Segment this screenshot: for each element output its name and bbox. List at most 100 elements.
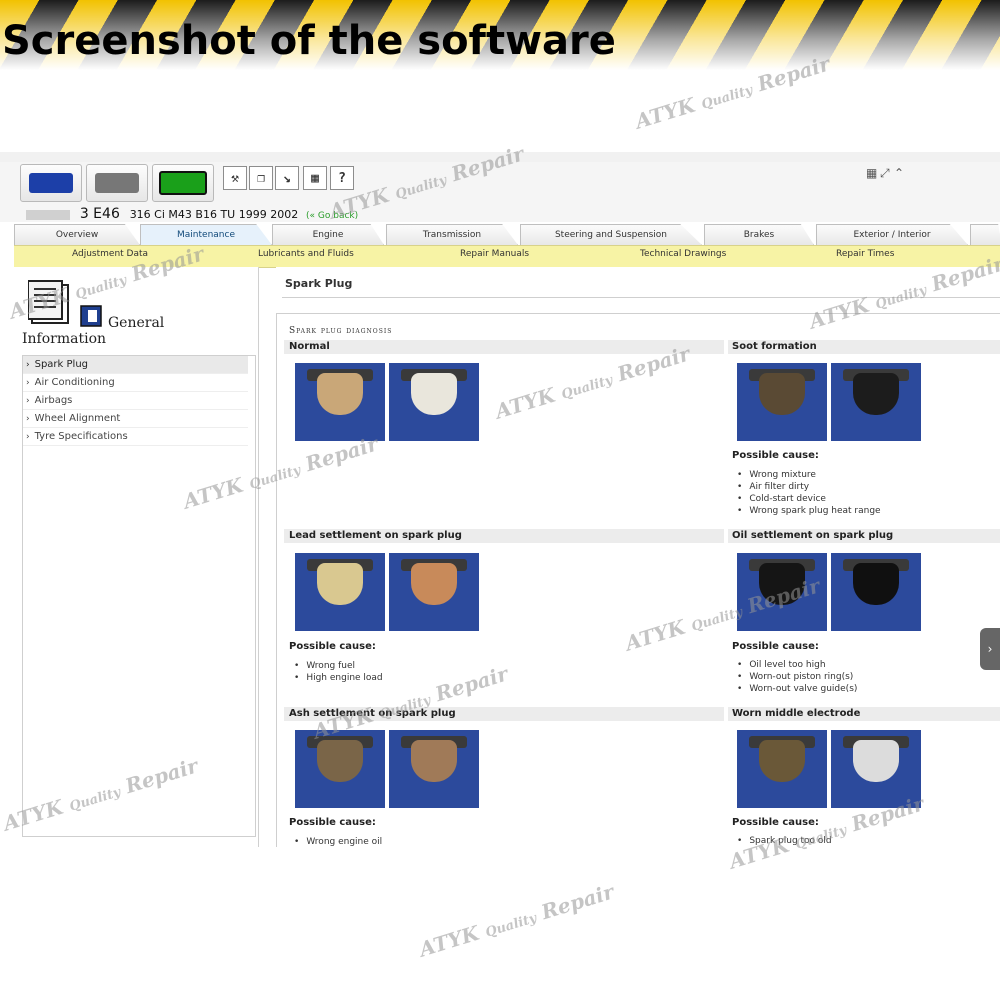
subnav-adjustment-data[interactable]: Adjustment Data bbox=[72, 249, 148, 259]
cause-list-soot: Wrong mixture Air filter dirty Cold-star… bbox=[737, 469, 881, 517]
vehicle-info: 3 E46 316 Ci M43 B16 TU 1999 2002 (« Go … bbox=[26, 206, 358, 222]
section-title-oil: Oil settlement on spark plug bbox=[732, 530, 894, 541]
sidebar-item-airbags[interactable]: › Airbags bbox=[23, 392, 248, 410]
app-window: ⚒ ❐ ↘ ▦ ? ▦ ⤢ ⌃ 3 E46 316 Ci M43 B16 TU … bbox=[0, 152, 1000, 847]
sidebar-item-tyre-specifications[interactable]: › Tyre Specifications bbox=[23, 428, 248, 446]
cause-item: Wrong fuel bbox=[294, 660, 383, 672]
main-tabs: Overview Maintenance Engine Transmission… bbox=[14, 224, 1000, 245]
spark-plug-image-electrode-1 bbox=[737, 730, 827, 808]
calculator-icon[interactable]: ▦ bbox=[303, 166, 327, 190]
possible-cause-heading: Possible cause: bbox=[732, 817, 819, 828]
battery-mode-button[interactable] bbox=[152, 164, 214, 202]
document-icon[interactable]: ❐ bbox=[249, 166, 273, 190]
banner: Screenshot of the software bbox=[0, 0, 1000, 70]
cause-item: Spark plug too old bbox=[737, 835, 831, 847]
possible-cause-heading: Possible cause: bbox=[732, 641, 819, 652]
cause-item: High engine load bbox=[294, 672, 382, 684]
cause-list-oil: Oil level too high Worn-out piston ring(… bbox=[737, 659, 857, 695]
cause-item: Worn-out valve guide(s) bbox=[737, 683, 857, 695]
page-title: Spark Plug bbox=[285, 277, 353, 290]
spark-plug-image-soot-2 bbox=[831, 363, 921, 441]
subnav-repair-manuals[interactable]: Repair Manuals bbox=[460, 249, 529, 259]
spark-plug-image-oil-2 bbox=[831, 553, 921, 631]
possible-cause-heading: Possible cause: bbox=[289, 641, 376, 652]
panel-heading: Spark plug diagnosis bbox=[289, 326, 393, 336]
title-divider bbox=[282, 297, 1000, 298]
content-area: Spark Plug Spark plug diagnosis Normal S… bbox=[276, 267, 1000, 847]
vehicle-model: 3 E46 bbox=[79, 206, 120, 222]
tab-transmission[interactable]: Transmission bbox=[386, 224, 518, 245]
spark-plug-image-electrode-2 bbox=[831, 730, 921, 808]
tab-engine[interactable]: Engine bbox=[272, 224, 384, 245]
sidebar-item-label: Wheel Alignment bbox=[34, 413, 121, 424]
tab-more[interactable] bbox=[970, 224, 1000, 245]
car-icon bbox=[29, 173, 73, 193]
section-title-lead: Lead settlement on spark plug bbox=[289, 530, 462, 541]
tab-steering-suspension[interactable]: Steering and Suspension bbox=[520, 224, 702, 245]
cause-list-ash: Wrong engine oil bbox=[294, 836, 382, 847]
spark-plug-image-lead-1 bbox=[295, 553, 385, 631]
grid-icon[interactable]: ▦ bbox=[866, 166, 877, 180]
spark-plug-image-oil-1 bbox=[737, 553, 827, 631]
tab-maintenance[interactable]: Maintenance bbox=[140, 224, 272, 245]
sidebar-item-spark-plug[interactable]: › Spark Plug bbox=[23, 356, 248, 374]
sidebar-heading-general: General bbox=[108, 315, 165, 331]
go-back-link[interactable]: (« Go back) bbox=[306, 211, 358, 221]
cause-list-lead: Wrong fuel High engine load bbox=[294, 660, 383, 684]
resize-icon[interactable]: ↘ bbox=[275, 166, 299, 190]
car-mode-button[interactable] bbox=[20, 164, 82, 202]
sidebar-list: › Spark Plug › Air Conditioning › Airbags ›… bbox=[22, 355, 256, 837]
sidebar-item-wheel-alignment[interactable]: › Wheel Alignment bbox=[23, 410, 248, 428]
possible-cause-heading: Possible cause: bbox=[289, 817, 376, 828]
watermark: ATYK Quality Repair bbox=[416, 879, 617, 962]
banner-title: Screenshot of the software bbox=[2, 18, 616, 64]
expand-icon[interactable]: ⤢ bbox=[880, 166, 890, 181]
cause-item: Worn-out piston ring(s) bbox=[737, 671, 857, 683]
cause-item: Cold-start device bbox=[737, 493, 881, 505]
chevron-up-icon[interactable]: ⌃ bbox=[894, 166, 904, 180]
subnav-repair-times[interactable]: Repair Times bbox=[836, 249, 894, 259]
spark-plug-image-ash-2 bbox=[389, 730, 479, 808]
spark-plug-image-soot-1 bbox=[737, 363, 827, 441]
cause-list-electrode: Spark plug too old bbox=[737, 835, 831, 847]
vehicle-details: 316 Ci M43 B16 TU 1999 2002 bbox=[129, 208, 299, 221]
section-title-soot: Soot formation bbox=[732, 341, 817, 352]
help-icon[interactable]: ? bbox=[330, 166, 354, 190]
section-title-ash: Ash settlement on spark plug bbox=[289, 708, 456, 719]
spark-plug-image-ash-1 bbox=[295, 730, 385, 808]
tab-exterior-interior[interactable]: Exterior / Interior bbox=[816, 224, 968, 245]
subnav-lubricants-fluids[interactable]: Lubricants and Fluids bbox=[258, 249, 354, 259]
spark-plug-image-normal-2 bbox=[389, 363, 479, 441]
tab-brakes[interactable]: Brakes bbox=[704, 224, 814, 245]
cause-item: Wrong mixture bbox=[737, 469, 881, 481]
sidebar-heading-information: Information bbox=[22, 331, 107, 347]
sidebar-item-label: Airbags bbox=[34, 395, 73, 406]
spark-plug-image-normal-1 bbox=[295, 363, 385, 441]
truck-icon bbox=[95, 173, 139, 193]
section-title-normal: Normal bbox=[289, 341, 330, 352]
section-title-electrode: Worn middle electrode bbox=[732, 708, 861, 719]
cause-item: Oil level too high bbox=[737, 659, 857, 671]
section-bar bbox=[284, 340, 724, 354]
sidebar-item-label: Spark Plug bbox=[34, 359, 89, 370]
side-panel-expand-button[interactable]: › bbox=[980, 628, 1000, 670]
battery-icon bbox=[159, 171, 207, 195]
sidebar-item-air-conditioning[interactable]: › Air Conditioning bbox=[23, 374, 248, 392]
cause-item: Wrong engine oil bbox=[294, 836, 382, 847]
truck-mode-button[interactable] bbox=[86, 164, 148, 202]
tools-icon[interactable]: ⚒ bbox=[223, 166, 247, 190]
book-icon bbox=[28, 280, 69, 324]
sub-navigation: Adjustment Data Lubricants and Fluids Re… bbox=[14, 245, 1000, 268]
tab-overview[interactable]: Overview bbox=[14, 224, 140, 245]
notebook-icon bbox=[80, 305, 102, 327]
cause-item: Air filter dirty bbox=[737, 481, 881, 493]
sidebar: General Information › Spark Plug › Air Con… bbox=[14, 267, 259, 847]
subnav-technical-drawings[interactable]: Technical Drawings bbox=[640, 249, 726, 259]
app-header: ⚒ ❐ ↘ ▦ ? ▦ ⤢ ⌃ 3 E46 316 Ci M43 B16 TU … bbox=[0, 162, 1000, 222]
sidebar-item-label: Air Conditioning bbox=[34, 377, 115, 388]
sidebar-item-label: Tyre Specifications bbox=[34, 431, 128, 442]
cause-item: Wrong spark plug heat range bbox=[737, 505, 880, 517]
spark-plug-image-lead-2 bbox=[389, 553, 479, 631]
brand-logo bbox=[26, 209, 70, 220]
possible-cause-heading: Possible cause: bbox=[732, 450, 819, 461]
